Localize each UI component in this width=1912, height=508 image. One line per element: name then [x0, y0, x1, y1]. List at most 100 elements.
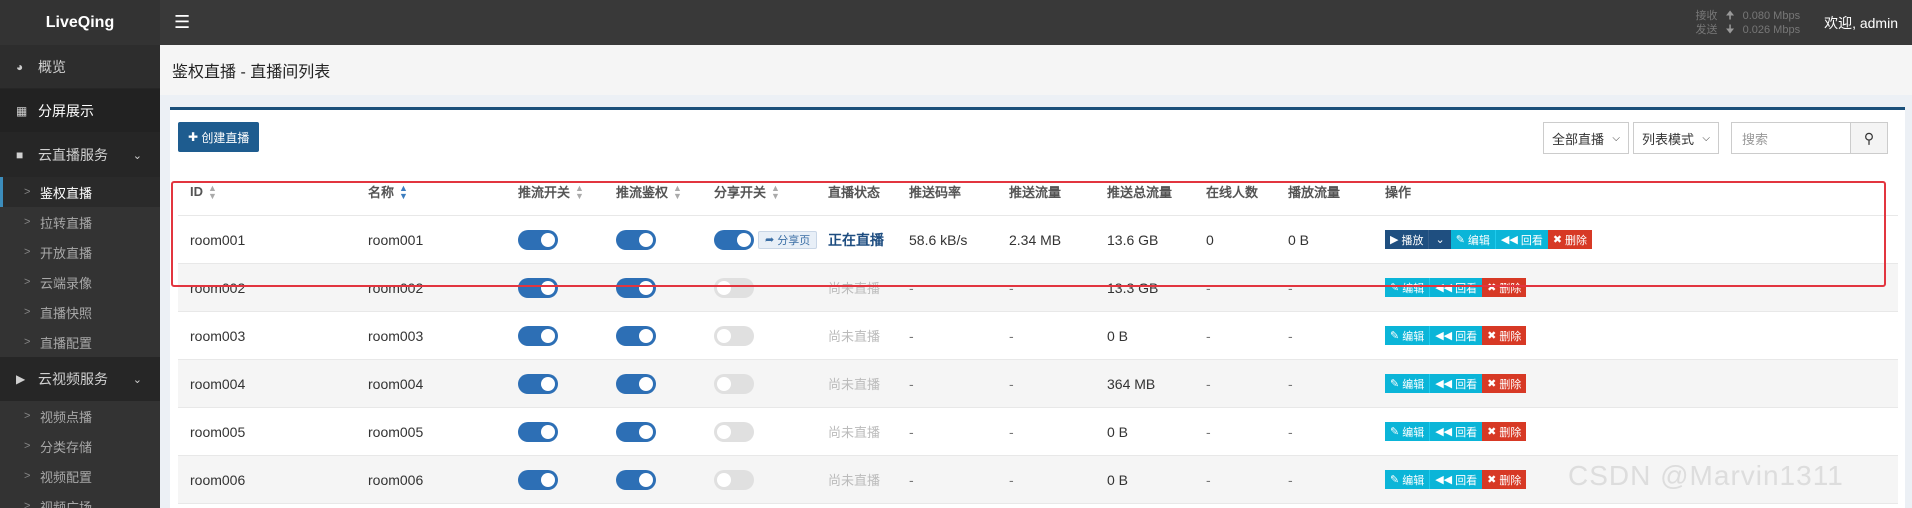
- share-page-button[interactable]: ➦ 分享页: [758, 230, 818, 249]
- user-welcome[interactable]: 欢迎, admin: [1824, 13, 1898, 33]
- sidebar-item-auth-live[interactable]: > 鉴权直播: [0, 177, 160, 207]
- cell-play-traffic: -: [1288, 423, 1293, 440]
- col-push-auth[interactable]: 推流鉴权 ▲ ▼: [616, 168, 682, 215]
- playback-label: 回看: [1455, 282, 1478, 295]
- edit-icon: ✎: [1390, 330, 1400, 342]
- share-toggle[interactable]: [714, 469, 754, 490]
- playback-button[interactable]: ◀◀ 回看: [1429, 470, 1483, 489]
- cell-online: 0: [1206, 231, 1214, 248]
- row-actions: ✎ 编辑 ◀◀ 回看 ✖ 删除: [1385, 374, 1527, 393]
- playback-label: 回看: [1455, 330, 1478, 343]
- network-stats: 接收 🠉 0.080 Mbps 发送 🠋 0.026 Mbps: [1695, 9, 1800, 37]
- playback-button[interactable]: ◀◀ 回看: [1429, 326, 1483, 345]
- list-box: ✚ 创建直播 全部直播 ⌵ 列表模式 ⌵ 搜索 ⚲ ID ▲ ▼ 名称 ▲ ▼ 推流开关…: [170, 107, 1905, 508]
- chevron-right-icon: >: [24, 246, 31, 258]
- cell-id: room001: [190, 231, 246, 248]
- sort-icon: ▲ ▼: [208, 182, 217, 201]
- playback-button[interactable]: ◀◀ 回看: [1429, 278, 1483, 297]
- cell-push-auth: [616, 312, 656, 359]
- play-icon: ▶: [1390, 234, 1399, 246]
- edit-button[interactable]: ✎ 编辑: [1385, 278, 1430, 297]
- sidebar-item-open-live[interactable]: > 开放直播: [0, 237, 160, 267]
- share-toggle[interactable]: [714, 373, 754, 394]
- col-traffic: 推送流量: [1009, 185, 1062, 200]
- auth-toggle[interactable]: [616, 469, 656, 490]
- cell-online: -: [1206, 471, 1211, 488]
- cell-share: ➦ 分享页: [714, 216, 818, 263]
- col-name[interactable]: 名称 ▲ ▼: [368, 168, 408, 215]
- auth-toggle[interactable]: [616, 373, 656, 394]
- brand-logo[interactable]: LiveQing: [0, 0, 160, 45]
- sidebar-item-cloud-record[interactable]: > 云端录像: [0, 267, 160, 297]
- push-toggle[interactable]: [518, 229, 558, 250]
- backward-icon: ◀◀: [1435, 474, 1453, 486]
- cell-ops: ▶ 播放 ⌄ ✎ 编辑 ◀◀ 回看 ✖ 删除: [1385, 216, 1593, 263]
- cell-share: [714, 360, 754, 407]
- playback-button[interactable]: ◀◀ 回看: [1429, 422, 1483, 441]
- delete-button[interactable]: ✖ 删除: [1482, 422, 1527, 441]
- sidebar-group-live[interactable]: ■ 云直播服务 ⌄: [0, 133, 160, 177]
- create-live-button[interactable]: ✚ 创建直播: [178, 122, 260, 152]
- play-button[interactable]: ▶ 播放: [1385, 230, 1429, 249]
- sidebar-item-video-config[interactable]: > 视频配置: [0, 461, 160, 491]
- push-toggle[interactable]: [518, 373, 558, 394]
- delete-button[interactable]: ✖ 删除: [1482, 326, 1527, 345]
- delete-label: 删除: [1499, 282, 1522, 295]
- auth-toggle[interactable]: [616, 325, 656, 346]
- share-toggle[interactable]: [714, 325, 754, 346]
- delete-button[interactable]: ✖ 删除: [1482, 278, 1527, 297]
- cell-id: room003: [190, 327, 246, 344]
- push-toggle[interactable]: [518, 277, 558, 298]
- play-dropdown-button[interactable]: ⌄: [1428, 230, 1451, 249]
- auth-toggle[interactable]: [616, 277, 656, 298]
- sidebar-item-label: 视频点播: [40, 409, 93, 425]
- cell-total-traffic: 13.6 GB: [1107, 231, 1159, 248]
- sidebar-item-video-square[interactable]: > 视频广场: [0, 491, 160, 508]
- sidebar-item-live-config[interactable]: > 直播配置: [0, 327, 160, 357]
- sidebar: ◕ 概览 ▦ 分屏展示 ■ 云直播服务 ⌄ > 鉴权直播 > 拉转直播 > 开放…: [0, 45, 160, 508]
- col-share-switch[interactable]: 分享开关 ▲ ▼: [714, 168, 780, 215]
- col-push-switch[interactable]: 推流开关 ▲ ▼: [518, 168, 584, 215]
- col-id[interactable]: ID ▲ ▼: [190, 168, 217, 215]
- push-toggle[interactable]: [518, 325, 558, 346]
- share-toggle[interactable]: [714, 277, 754, 298]
- cell-traffic: -: [1009, 423, 1014, 440]
- sidebar-group-video[interactable]: ▶ 云视频服务 ⌄: [0, 357, 160, 401]
- search-input[interactable]: 搜索: [1731, 122, 1851, 154]
- cell-share: [714, 312, 754, 359]
- share-toggle[interactable]: [714, 421, 754, 442]
- close-icon: ✖: [1487, 426, 1497, 438]
- edit-button[interactable]: ✎ 编辑: [1385, 470, 1430, 489]
- cell-push-switch: [518, 312, 558, 359]
- edit-button[interactable]: ✎ 编辑: [1385, 422, 1430, 441]
- sidebar-item-label: 分类存储: [40, 439, 93, 455]
- push-toggle[interactable]: [518, 421, 558, 442]
- edit-button[interactable]: ✎ 编辑: [1385, 326, 1430, 345]
- delete-button[interactable]: ✖ 删除: [1482, 470, 1527, 489]
- sidebar-item-vod[interactable]: > 视频点播: [0, 401, 160, 431]
- delete-button[interactable]: ✖ 删除: [1547, 230, 1593, 249]
- sidebar-item-overview[interactable]: ◕ 概览: [0, 45, 160, 89]
- sidebar-item-split-screen[interactable]: ▦ 分屏展示: [0, 89, 160, 133]
- search-button[interactable]: ⚲: [1850, 122, 1888, 154]
- edit-button[interactable]: ✎ 编辑: [1385, 374, 1430, 393]
- playback-button[interactable]: ◀◀ 回看: [1429, 374, 1483, 393]
- menu-toggle-icon[interactable]: ☰: [174, 12, 190, 33]
- edit-button[interactable]: ✎ 编辑: [1450, 230, 1495, 249]
- live-filter-select[interactable]: 全部直播 ⌵: [1543, 122, 1629, 154]
- sidebar-item-storage[interactable]: > 分类存储: [0, 431, 160, 461]
- push-toggle[interactable]: [518, 469, 558, 490]
- sidebar-item-pull-live[interactable]: > 拉转直播: [0, 207, 160, 237]
- auth-toggle[interactable]: [616, 421, 656, 442]
- playback-label: 回看: [1520, 234, 1543, 247]
- sidebar-item-snapshot[interactable]: > 直播快照: [0, 297, 160, 327]
- auth-toggle[interactable]: [616, 229, 656, 250]
- delete-button[interactable]: ✖ 删除: [1482, 374, 1527, 393]
- cell-play-traffic: 0 B: [1288, 231, 1310, 248]
- edit-icon: ✎: [1390, 378, 1400, 390]
- row-actions: ✎ 编辑 ◀◀ 回看 ✖ 删除: [1385, 326, 1527, 345]
- share-toggle[interactable]: [714, 229, 754, 250]
- playback-button[interactable]: ◀◀ 回看: [1494, 230, 1548, 249]
- video-camera-icon: ■: [16, 148, 24, 162]
- view-mode-select[interactable]: 列表模式 ⌵: [1633, 122, 1719, 154]
